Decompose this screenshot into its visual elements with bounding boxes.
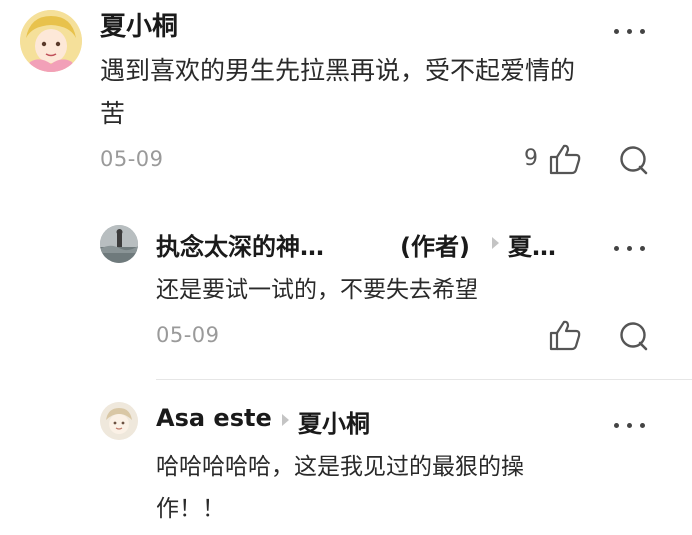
avatar-image [20,10,82,72]
comment-thread: 夏小桐 遇到喜欢的男生先拉黑再说，受不起爱情的 苦 05-09 9 执念太深的神… [0,0,692,535]
chat-bubble-icon[interactable] [618,145,650,175]
avatar[interactable] [100,225,138,263]
comment-text-line: 哈哈哈哈哈，这是我见过的最狠的操 [156,454,524,480]
reply-arrow-icon [282,414,289,426]
thumbs-up-icon[interactable] [548,319,582,351]
comment-date: 05-09 [156,323,220,347]
avatar[interactable] [20,10,82,72]
like-count: 9 [524,146,538,171]
avatar[interactable] [100,402,138,440]
reply-to-user[interactable]: 夏… [508,227,556,262]
comment-text-line: 遇到喜欢的男生先拉黑再说，受不起爱情的 [100,56,576,85]
more-options-icon[interactable] [614,26,654,36]
username[interactable]: Asa este [156,404,272,432]
more-options-icon[interactable] [614,243,654,253]
avatar-image [100,225,138,263]
reply-arrow-icon [492,237,499,249]
reply-to-user[interactable]: 夏小桐 [298,404,370,439]
reply-item: 执念太深的神… (作者) 夏… 还是要试一试的，不要失去希望 05-09 [0,205,692,375]
comment-text-line: 作！！ [156,496,225,522]
more-options-icon[interactable] [614,420,654,430]
username[interactable]: 夏小桐 [100,6,178,43]
comment-text-line: 苦 [100,99,126,128]
comment-date: 05-09 [100,147,164,171]
comment-item: 夏小桐 遇到喜欢的男生先拉黑再说，受不起爱情的 苦 05-09 9 [0,0,692,200]
username[interactable]: 执念太深的神… [156,227,324,262]
reply-item: Asa este 夏小桐 哈哈哈哈哈，这是我见过的最狠的操 作！！ [0,380,692,535]
avatar-image [100,402,138,440]
comment-text-line: 还是要试一试的，不要失去希望 [156,277,478,303]
chat-bubble-icon[interactable] [618,321,650,351]
thumbs-up-icon[interactable] [548,143,582,175]
author-tag: (作者) [400,233,470,261]
